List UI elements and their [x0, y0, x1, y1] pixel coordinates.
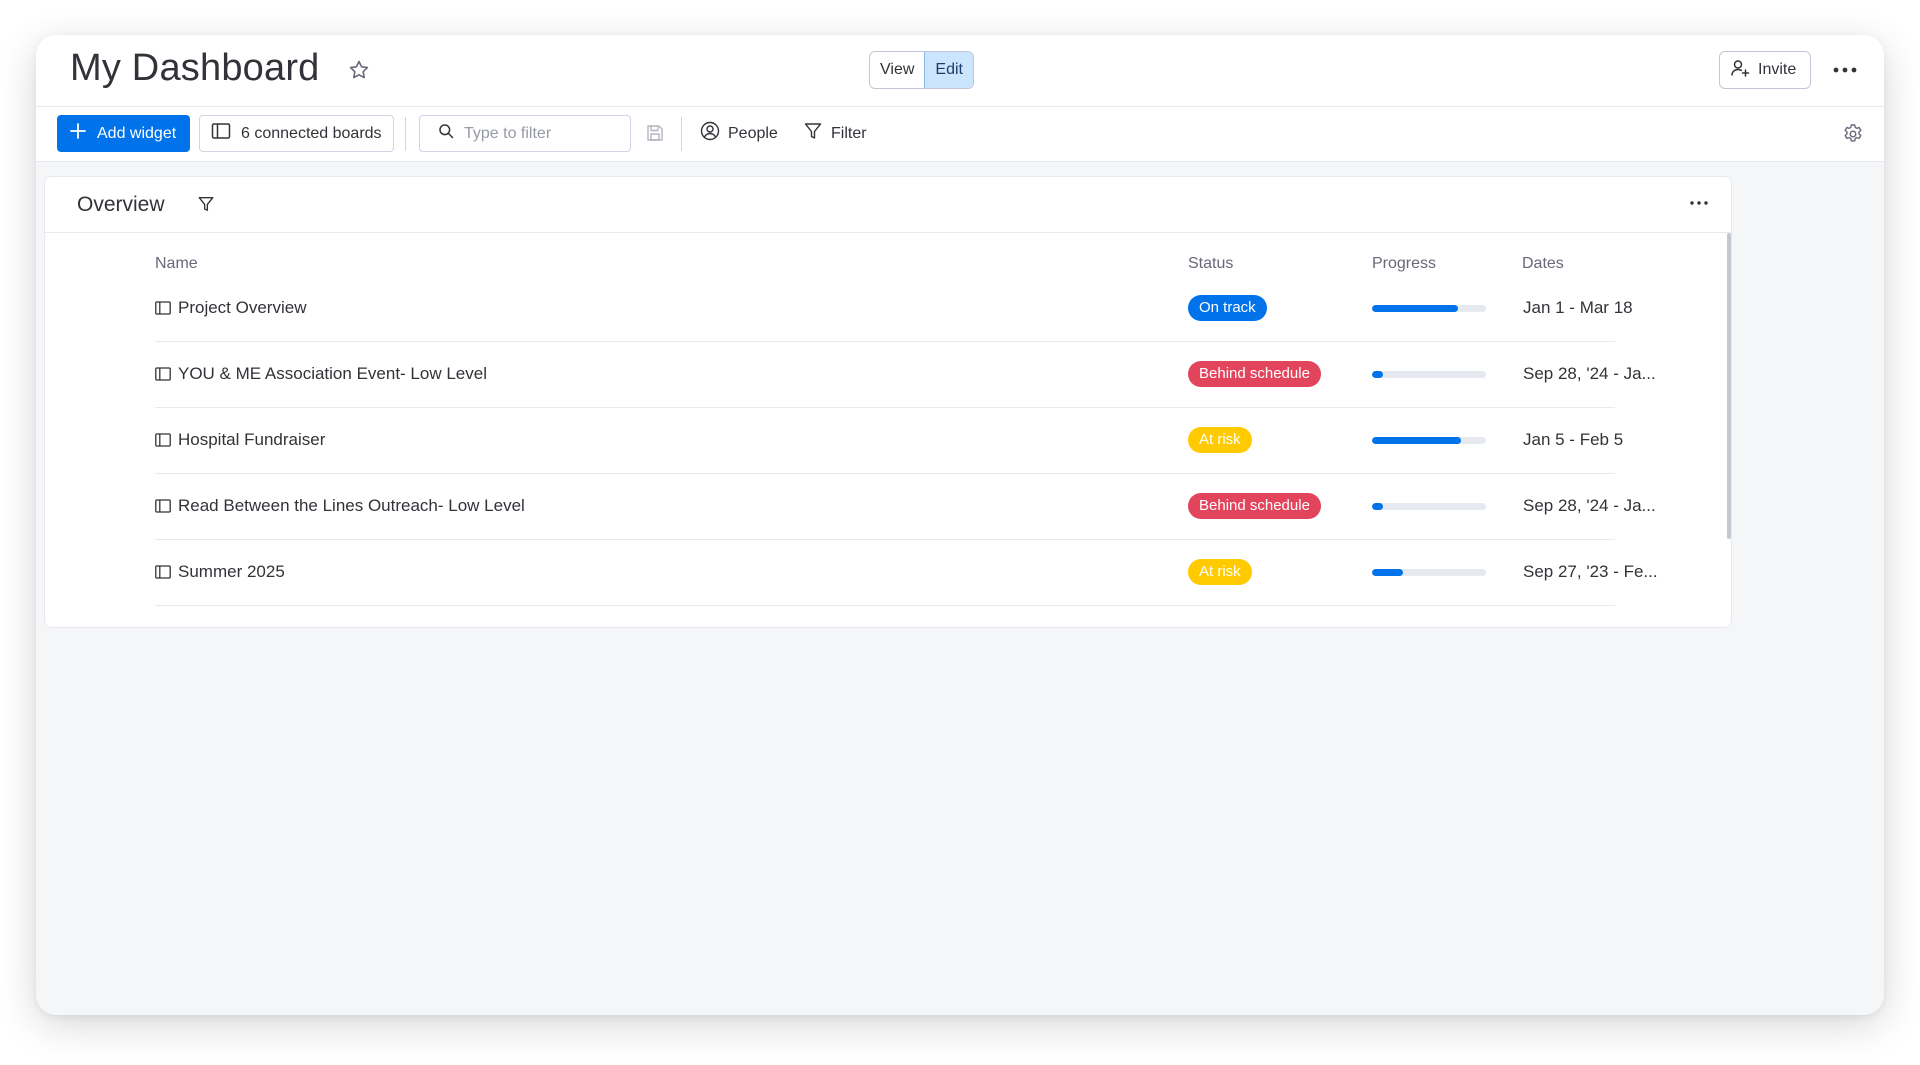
view-button[interactable]: View [870, 52, 924, 88]
filter-label: Filter [831, 124, 867, 142]
dates-value: Jan 5 - Feb 5 [1523, 430, 1624, 449]
person-circle-icon [700, 121, 720, 146]
dashboard-toolbar: Add widget 6 connected boards Type to fi… [36, 107, 1884, 162]
progress-fill [1372, 371, 1384, 378]
column-header-progress: Progress [1372, 255, 1437, 272]
board-icon [155, 433, 171, 447]
dashboard-header: My Dashboard View Edit Invite [36, 35, 1884, 107]
progress-fill [1372, 503, 1384, 510]
dates-value: Jan 1 - Mar 18 [1523, 298, 1633, 317]
save-view-icon[interactable] [645, 123, 665, 143]
filter-button[interactable]: Filter [803, 115, 867, 152]
connected-boards-label: 6 connected boards [241, 124, 382, 142]
dates-value: Sep 28, '24 - Ja... [1523, 496, 1656, 515]
search-box[interactable] [419, 115, 631, 152]
row-name[interactable]: Hospital Fundraiser [178, 430, 325, 450]
settings-gear-icon[interactable] [1842, 123, 1864, 145]
funnel-icon[interactable] [197, 195, 215, 213]
column-header-name: Name [155, 255, 198, 272]
toolbar-divider [681, 117, 682, 151]
board-icon [155, 301, 171, 315]
status-badge: At risk [1188, 427, 1252, 453]
row-name[interactable]: Project Overview [178, 298, 306, 318]
connected-boards-button[interactable]: 6 connected boards [199, 115, 394, 152]
widget-title: Overview [77, 193, 165, 216]
board-icon [211, 122, 231, 145]
add-person-icon [1730, 58, 1750, 83]
people-label: People [728, 124, 778, 142]
search-input[interactable] [464, 124, 624, 143]
status-badge: Behind schedule [1188, 361, 1321, 387]
status-badge: Behind schedule [1188, 493, 1321, 519]
page-title: My Dashboard [70, 47, 320, 89]
status-badge: At risk [1188, 559, 1252, 585]
table-row[interactable]: Read Between the Lines Outreach- Low Lev… [155, 475, 1656, 540]
widget-header: Overview [45, 177, 1731, 233]
invite-label: Invite [1758, 61, 1797, 78]
more-options-icon[interactable] [1826, 51, 1864, 89]
view-edit-toggle: View Edit [869, 51, 974, 89]
progress-fill [1372, 305, 1458, 312]
overview-widget: Overview Name Status Progress Dates Proj… [44, 176, 1732, 628]
column-header-status: Status [1188, 255, 1234, 272]
board-icon [155, 367, 171, 381]
add-widget-label: Add widget [97, 124, 177, 142]
widget-scrollbar[interactable] [1727, 233, 1731, 539]
progress-fill [1372, 437, 1461, 444]
edit-button[interactable]: Edit [924, 52, 973, 88]
progress-bar [1372, 569, 1486, 576]
dates-value: Sep 27, '23 - Fe... [1523, 562, 1658, 581]
progress-fill [1372, 569, 1403, 576]
progress-bar [1372, 503, 1486, 510]
column-header-dates: Dates [1522, 255, 1564, 272]
app-window: My Dashboard View Edit Invite Add widget… [36, 35, 1884, 1015]
board-icon [155, 565, 171, 579]
plus-icon [69, 122, 87, 145]
funnel-icon [803, 121, 823, 146]
progress-bar [1372, 437, 1486, 444]
invite-button[interactable]: Invite [1719, 51, 1811, 89]
search-icon [438, 123, 454, 144]
row-name[interactable]: Read Between the Lines Outreach- Low Lev… [178, 496, 525, 516]
toolbar-divider [405, 117, 406, 151]
people-filter-button[interactable]: People [700, 115, 778, 152]
star-icon[interactable] [347, 58, 371, 82]
progress-bar [1372, 371, 1486, 378]
dates-value: Sep 28, '24 - Ja... [1523, 364, 1656, 383]
row-name[interactable]: YOU & ME Association Event- Low Level [178, 364, 487, 384]
table-row[interactable]: Project Overview On track Jan 1 - Mar 18 [155, 277, 1633, 342]
table-row[interactable]: YOU & ME Association Event- Low Level Be… [155, 343, 1656, 408]
progress-bar [1372, 305, 1486, 312]
widget-more-icon[interactable] [1685, 193, 1713, 213]
table-row[interactable]: Hospital Fundraiser At risk Jan 5 - Feb … [155, 409, 1623, 474]
table-row[interactable]: Summer 2025 At risk Sep 27, '23 - Fe... [155, 541, 1658, 606]
add-widget-button[interactable]: Add widget [57, 115, 190, 152]
board-icon [155, 499, 171, 513]
status-badge: On track [1188, 295, 1267, 321]
row-name[interactable]: Summer 2025 [178, 562, 285, 582]
